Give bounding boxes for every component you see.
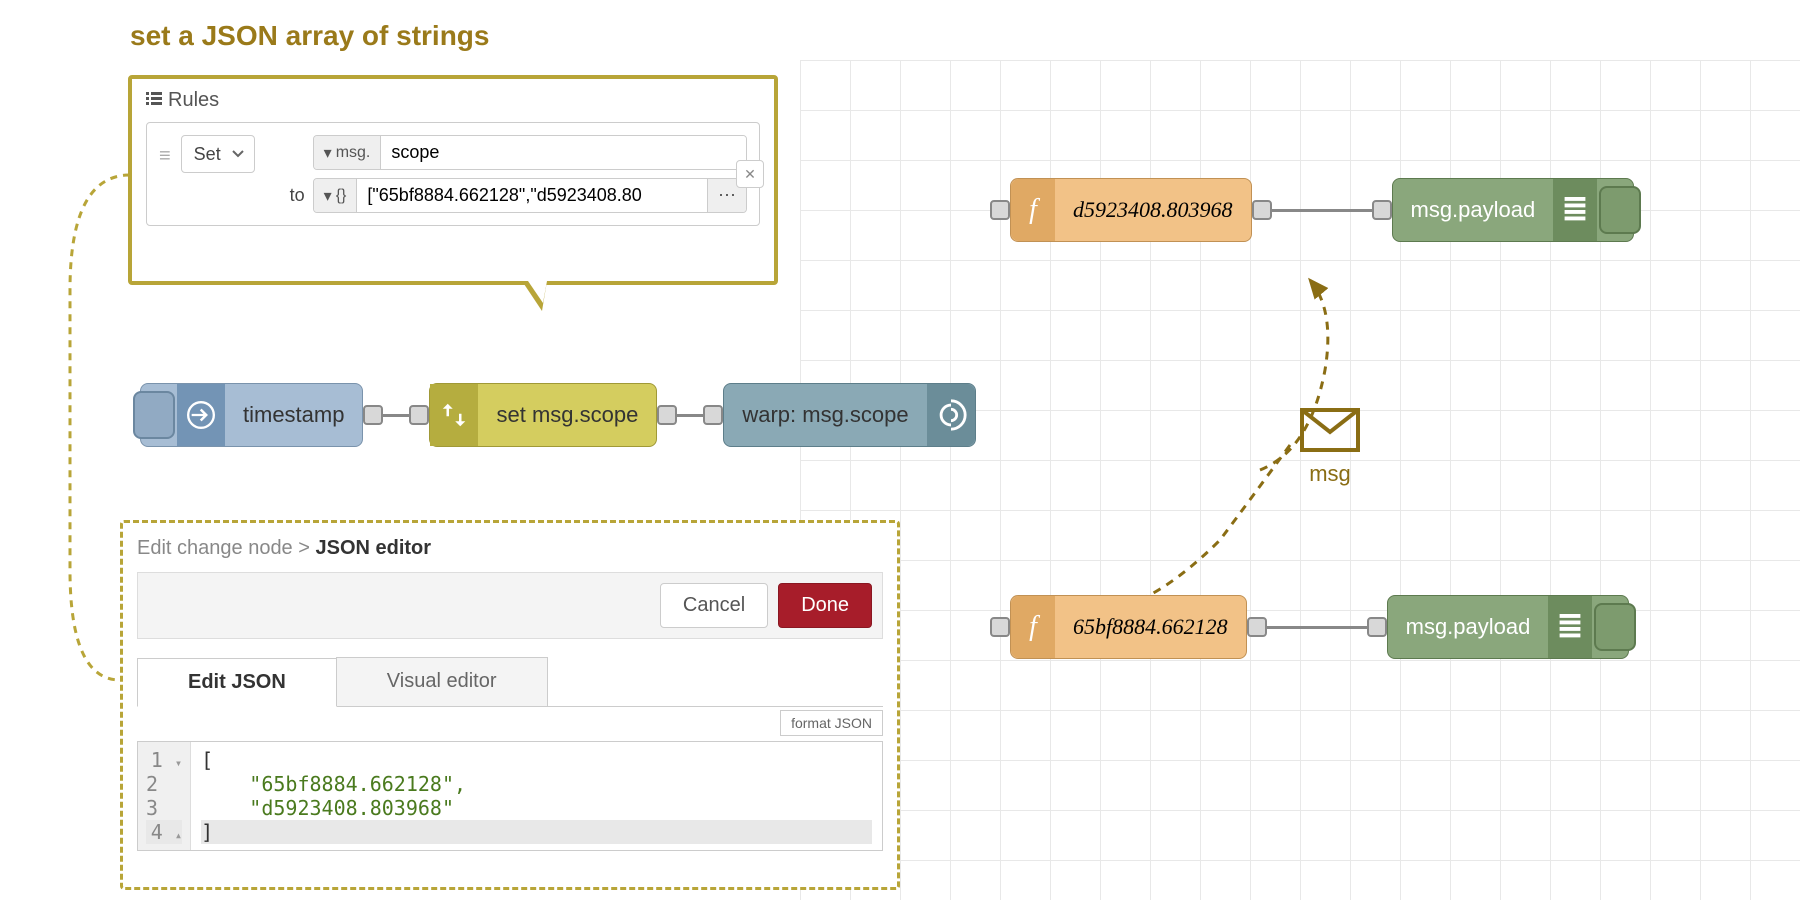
callout-tail	[522, 281, 547, 311]
debug-node-1[interactable]: msg.payload	[1392, 178, 1635, 242]
tab-edit-json[interactable]: Edit JSON	[137, 658, 337, 707]
debug-toggle-button[interactable]	[1594, 603, 1636, 651]
cancel-button[interactable]: Cancel	[660, 583, 768, 628]
wire	[1272, 209, 1372, 212]
output-port[interactable]	[1247, 617, 1267, 637]
target-flow-2: f 65bf8884.662128 msg.payload	[990, 595, 1629, 659]
line-gutter: 1 ▾ 2 3 4 ▴	[138, 742, 191, 850]
property-input[interactable]	[381, 136, 746, 169]
property-type-button[interactable]: ▾ msg.	[314, 136, 382, 169]
debug-toggle-button[interactable]	[1599, 186, 1641, 234]
rules-panel: Rules ≡ Set ▾ msg. to ▾ {} ⋯	[128, 75, 778, 285]
change-node[interactable]: set msg.scope	[429, 383, 657, 447]
rule-row: ≡ Set ▾ msg. to ▾ {} ⋯ ✕	[146, 122, 760, 226]
function-label: d5923408.803968	[1055, 197, 1251, 223]
format-json-button[interactable]: format JSON	[780, 710, 883, 736]
function-icon: f	[1011, 179, 1055, 241]
annotation-title: set a JSON array of strings	[130, 20, 489, 52]
target-flow-1: f d5923408.803968 msg.payload	[990, 178, 1634, 242]
input-port[interactable]	[990, 617, 1010, 637]
debug-label: msg.payload	[1388, 614, 1549, 640]
output-port[interactable]	[363, 405, 383, 425]
rules-header: Rules	[146, 89, 760, 112]
function-node-1[interactable]: f d5923408.803968	[1010, 178, 1252, 242]
value-input[interactable]	[357, 179, 707, 212]
debug-icon	[1553, 179, 1597, 241]
input-port[interactable]	[990, 200, 1010, 220]
code-content[interactable]: [ "65bf8884.662128", "d5923408.803968" ]	[191, 742, 882, 850]
msg-annotation: msg	[1300, 408, 1360, 487]
list-icon	[146, 89, 162, 112]
drag-handle-icon[interactable]: ≡	[159, 145, 171, 168]
swap-icon	[430, 384, 478, 446]
inject-button[interactable]	[133, 391, 175, 439]
warp-label: warp: msg.scope	[724, 402, 926, 428]
swirl-icon	[927, 384, 975, 446]
debug-icon	[1548, 596, 1592, 658]
flow-row: timestamp set msg.scope warp: msg.scope	[140, 383, 976, 447]
input-port[interactable]	[409, 405, 429, 425]
function-label: 65bf8884.662128	[1055, 614, 1246, 640]
input-port[interactable]	[1367, 617, 1387, 637]
wire	[383, 414, 409, 417]
rules-label: Rules	[168, 89, 219, 112]
debug-node-2[interactable]: msg.payload	[1387, 595, 1630, 659]
arrow-right-icon	[177, 384, 225, 446]
function-icon: f	[1011, 596, 1055, 658]
done-button[interactable]: Done	[778, 583, 872, 628]
breadcrumb: Edit change node > JSON editor	[137, 537, 883, 560]
tab-visual-editor[interactable]: Visual editor	[336, 657, 548, 706]
msg-label: msg	[1300, 461, 1360, 487]
inject-label: timestamp	[225, 402, 362, 428]
wire	[1267, 626, 1367, 629]
json-editor-panel: Edit change node > JSON editor Cancel Do…	[120, 520, 900, 890]
editor-tabs: Edit JSON Visual editor format JSON	[137, 657, 883, 707]
code-editor[interactable]: 1 ▾ 2 3 4 ▴ [ "65bf8884.662128", "d59234…	[137, 741, 883, 851]
editor-toolbar: Cancel Done	[137, 572, 883, 639]
warp-node[interactable]: warp: msg.scope	[723, 383, 975, 447]
rule-action-select[interactable]: Set	[181, 135, 255, 173]
input-port[interactable]	[703, 405, 723, 425]
value-type-button[interactable]: ▾ {}	[314, 179, 358, 212]
input-port[interactable]	[1372, 200, 1392, 220]
debug-label: msg.payload	[1393, 197, 1554, 223]
remove-rule-button[interactable]: ✕	[736, 160, 764, 188]
change-label: set msg.scope	[478, 402, 656, 428]
wire	[677, 414, 703, 417]
output-port[interactable]	[657, 405, 677, 425]
function-node-2[interactable]: f 65bf8884.662128	[1010, 595, 1247, 659]
to-label: to	[265, 185, 305, 206]
inject-node[interactable]: timestamp	[140, 383, 363, 447]
output-port[interactable]	[1252, 200, 1272, 220]
